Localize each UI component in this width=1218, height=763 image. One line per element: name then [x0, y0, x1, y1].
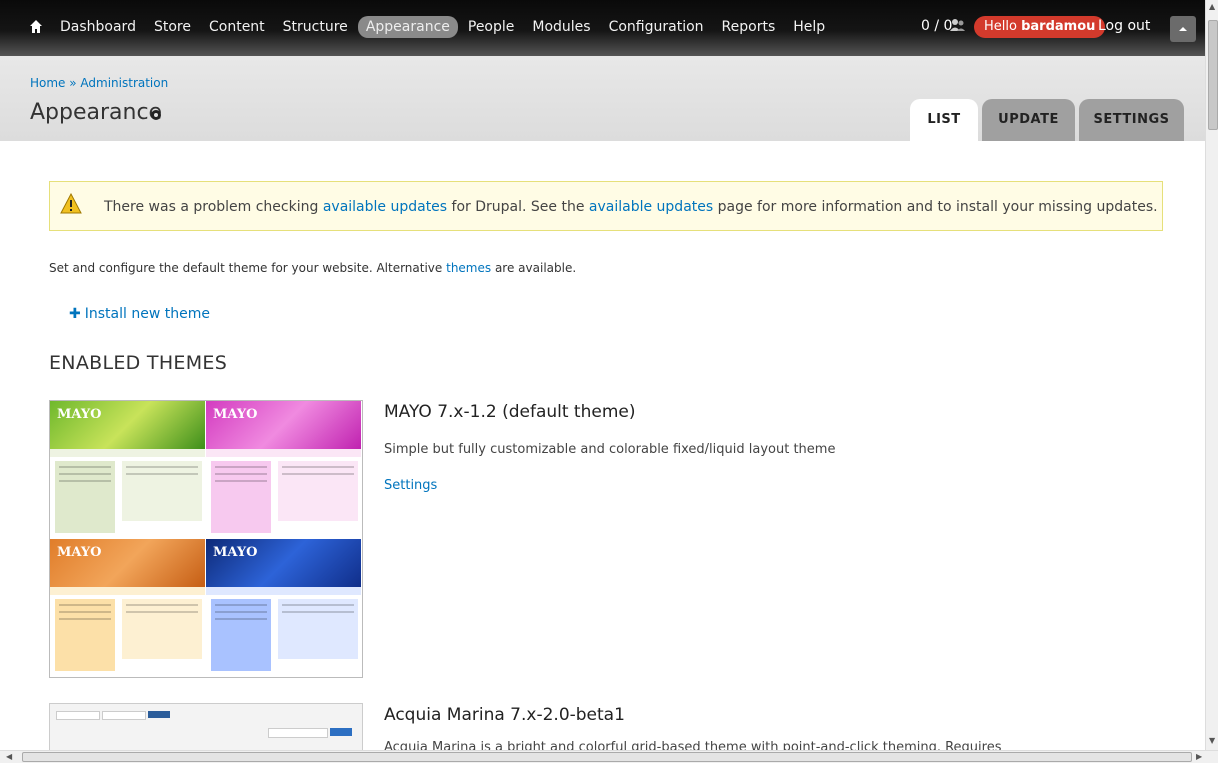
users-icon — [950, 19, 965, 31]
intro-text: Set and configure the default theme for … — [49, 261, 576, 275]
menu-item-dashboard[interactable]: Dashboard — [52, 16, 144, 38]
install-new-theme-link[interactable]: ✚ Install new theme — [69, 306, 210, 322]
preview-logo-green: MAYO — [57, 407, 102, 422]
theme-description: Acquia Marina is a bright and colorful g… — [384, 740, 1002, 750]
user-counter: 0 / 0 — [921, 18, 953, 34]
user-greeting-badge[interactable]: Hello bardamou — [974, 16, 1106, 38]
admin-toolbar: Dashboard Store Content Structure Appear… — [0, 0, 1205, 56]
tab-list[interactable]: LIST — [910, 99, 978, 141]
preview-logo-pink: MAYO — [213, 407, 258, 422]
preview-logo-blue: MAYO — [213, 545, 258, 560]
warning-text-pre: There was a problem checking — [104, 199, 323, 215]
menu-item-reports[interactable]: Reports — [714, 16, 784, 38]
page-header: Home » Administration Appearance LIST UP… — [0, 56, 1205, 141]
warning-icon — [60, 193, 82, 214]
menu-item-configuration[interactable]: Configuration — [601, 16, 712, 38]
theme-description: Simple but fully customizable and colora… — [384, 442, 836, 457]
preview-logo-orange: MAYO — [57, 545, 102, 560]
tab-settings[interactable]: SETTINGS — [1079, 99, 1184, 141]
warning-message: There was a problem checking available u… — [49, 181, 1163, 231]
mayo-theme-screenshot: MAYO MAYO MAYO MAYO — [49, 400, 363, 678]
menu-item-store[interactable]: Store — [146, 16, 199, 38]
scroll-left-icon[interactable]: ◀ — [6, 752, 12, 761]
vertical-scroll-thumb[interactable] — [1208, 20, 1218, 130]
themes-link[interactable]: themes — [446, 261, 491, 275]
username: bardamou — [1021, 19, 1096, 34]
horizontal-scrollbar[interactable]: ◀ ▶ — [0, 750, 1218, 763]
admin-menu: Dashboard Store Content Structure Appear… — [52, 16, 833, 38]
warning-text-mid: for Drupal. See the — [447, 199, 589, 215]
theme-name: Acquia Marina 7.x-2.0-beta1 — [384, 705, 625, 725]
scroll-right-icon[interactable]: ▶ — [1196, 752, 1202, 761]
breadcrumb[interactable]: Home » Administration — [30, 76, 168, 90]
warning-text-post: page for more information and to install… — [713, 199, 1158, 215]
enabled-themes-heading: ENABLED THEMES — [49, 352, 228, 374]
warning-text: There was a problem checking available u… — [104, 199, 1158, 215]
scroll-down-icon[interactable]: ▼ — [1209, 736, 1215, 745]
acquia-marina-theme-screenshot — [49, 703, 363, 753]
menu-item-modules[interactable]: Modules — [524, 16, 598, 38]
intro-text-pre: Set and configure the default theme for … — [49, 261, 447, 275]
tab-update[interactable]: UPDATE — [982, 99, 1075, 141]
menu-item-people[interactable]: People — [460, 16, 523, 38]
intro-text-post: are available. — [491, 261, 577, 275]
theme-settings-link[interactable]: Settings — [384, 478, 437, 493]
menu-item-help[interactable]: Help — [785, 16, 833, 38]
install-new-theme-label: Install new theme — [84, 306, 210, 322]
add-shortcut-icon[interactable] — [150, 109, 162, 121]
plus-icon: ✚ — [69, 306, 81, 322]
menu-item-structure[interactable]: Structure — [275, 16, 356, 38]
available-updates-link[interactable]: available updates — [323, 199, 447, 215]
logout-link[interactable]: Log out — [1098, 18, 1150, 34]
hello-prefix: Hello — [984, 19, 1017, 34]
home-icon[interactable] — [29, 19, 43, 35]
theme-name: MAYO 7.x-1.2 (default theme) — [384, 402, 636, 422]
menu-item-content[interactable]: Content — [201, 16, 273, 38]
scroll-up-icon[interactable]: ▲ — [1209, 2, 1215, 11]
horizontal-scroll-thumb[interactable] — [22, 752, 1192, 762]
page-title: Appearance — [30, 100, 163, 125]
shortcut-toggle-button[interactable] — [1170, 16, 1196, 42]
available-updates-page-link[interactable]: available updates — [589, 199, 713, 215]
menu-item-appearance[interactable]: Appearance — [357, 16, 458, 38]
vertical-scrollbar[interactable]: ▲ ▼ — [1205, 0, 1218, 750]
chevron-up-icon — [1179, 27, 1187, 31]
